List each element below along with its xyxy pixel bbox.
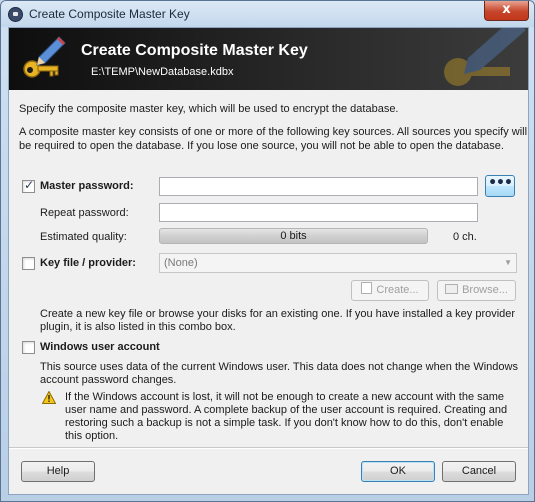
master-password-checkbox[interactable] [22, 178, 35, 193]
intro-text-line2b: be required to open the database. If you… [19, 140, 504, 152]
browse-key-file-button[interactable]: Browse... [437, 280, 516, 301]
window-title: Create Composite Master Key [29, 7, 190, 21]
dialog-client-area: Create Composite Master Key E:\TEMP\NewD… [8, 27, 529, 495]
banner-decoration-icon [444, 28, 526, 86]
quality-bar: 0 bits [159, 228, 428, 244]
lock-icon [8, 7, 23, 22]
banner-title: Create Composite Master Key [81, 42, 308, 59]
browse-key-file-label: Browse... [462, 284, 508, 296]
warning-icon [42, 391, 56, 404]
repeat-password-field[interactable] [159, 203, 478, 222]
create-key-file-label: Create... [376, 284, 419, 296]
header-banner: Create Composite Master Key E:\TEMP\NewD… [9, 28, 528, 90]
windows-account-desc-line2: account password changes. [40, 374, 177, 386]
cancel-button[interactable]: Cancel [442, 461, 516, 482]
intro-text: Specify the composite master key, which … [19, 103, 399, 115]
key-file-help-line1: Create a new key file or browse your dis… [40, 308, 516, 320]
key-pencil-icon [23, 36, 66, 78]
folder-icon [445, 284, 459, 294]
windows-warning-line1: If the Windows account is lost, it will … [65, 391, 505, 403]
char-count: 0 ch. [453, 231, 477, 243]
intro-text-line2a: A composite master key consists of one o… [19, 126, 528, 138]
windows-warning-line2: user name and password. A complete backu… [65, 404, 508, 416]
windows-account-label: Windows user account [40, 341, 160, 353]
windows-warning-line3: restoring such a backup is not a simple … [65, 417, 504, 429]
dialog-window: Create Composite Master Key x Create Com… [0, 0, 535, 502]
key-file-checkbox[interactable] [22, 257, 35, 270]
windows-account-checkbox[interactable] [22, 341, 35, 354]
help-button[interactable]: Help [21, 461, 95, 482]
master-password-field[interactable] [159, 177, 478, 196]
title-bar[interactable]: Create Composite Master Key x [1, 1, 534, 27]
estimated-quality-label: Estimated quality: [40, 231, 127, 243]
key-file-label: Key file / provider: [40, 257, 136, 269]
chevron-down-icon: ▼ [504, 258, 512, 267]
database-path: E:\TEMP\NewDatabase.kdbx [91, 66, 234, 78]
key-file-combo[interactable]: (None) ▼ [159, 253, 517, 273]
windows-warning-line4: this option. [65, 430, 119, 442]
key-file-help-line2: plugin, it is also listed in this combo … [40, 321, 236, 333]
ok-button[interactable]: OK [361, 461, 435, 482]
reveal-password-button[interactable]: ••• [485, 175, 515, 197]
windows-account-desc-line1: This source uses data of the current Win… [40, 361, 518, 373]
repeat-password-label: Repeat password: [40, 207, 129, 219]
close-button[interactable]: x [484, 1, 529, 21]
footer-separator [9, 447, 528, 449]
new-file-icon [361, 282, 373, 294]
master-password-label: Master password: [40, 180, 134, 192]
key-file-selected: (None) [164, 257, 198, 269]
create-key-file-button[interactable]: Create... [351, 280, 429, 301]
